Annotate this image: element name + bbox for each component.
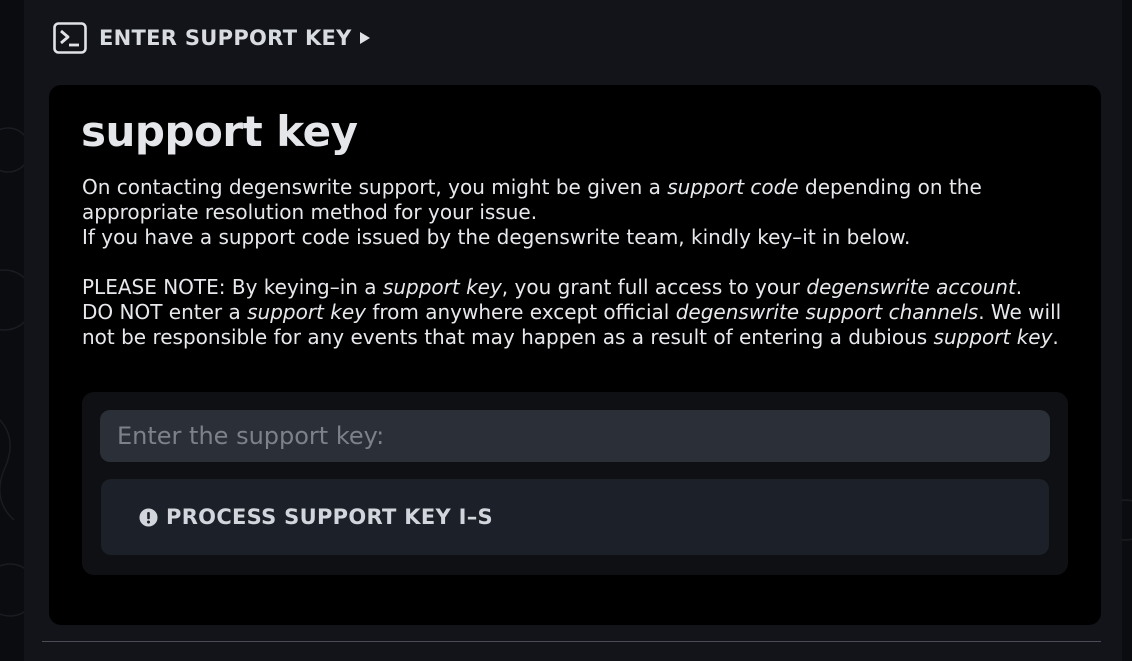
note-text: from anywhere except official	[365, 300, 676, 324]
alert-circle-icon	[139, 507, 158, 527]
note-emphasis: support key	[382, 275, 502, 299]
process-support-key-button[interactable]: PROCESS SUPPORT KEY I–S	[101, 479, 1049, 555]
card-description: On contacting degenswrite support, you m…	[82, 175, 1072, 350]
support-key-card: support key On contacting degenswrite su…	[49, 85, 1101, 625]
note-emphasis: support key	[247, 300, 366, 324]
support-key-form: PROCESS SUPPORT KEY I–S	[82, 392, 1068, 575]
section-divider	[42, 641, 1101, 642]
instruction-paragraph: If you have a support code issued by the…	[82, 225, 911, 249]
note-text: , you grant full access to your	[501, 275, 807, 299]
intro-paragraph: On contacting degenswrite support, you m…	[82, 175, 1072, 225]
note-text: .	[1052, 325, 1059, 349]
card-title: support key	[81, 107, 358, 156]
play-icon	[359, 32, 370, 44]
note-text: .	[1015, 275, 1023, 299]
note-text: PLEASE NOTE: By keying–in a	[82, 275, 383, 299]
support-key-input[interactable]	[100, 410, 1050, 462]
note-emphasis: degenswrite account	[806, 275, 1016, 299]
terminal-icon	[53, 22, 87, 54]
section-header-toggle[interactable]: ENTER SUPPORT KEY	[53, 21, 370, 55]
intro-emphasis: support code	[667, 175, 799, 199]
note-emphasis: support key	[933, 325, 1053, 349]
note-emphasis: degenswrite support channels	[675, 300, 979, 324]
process-button-label: PROCESS SUPPORT KEY I–S	[166, 505, 493, 529]
intro-text: On contacting degenswrite support, you m…	[82, 175, 668, 199]
note-text: DO NOT enter a	[82, 300, 248, 324]
note-paragraph: PLEASE NOTE: By keying–in a support key,…	[82, 275, 1072, 350]
section-title: ENTER SUPPORT KEY	[99, 26, 352, 50]
